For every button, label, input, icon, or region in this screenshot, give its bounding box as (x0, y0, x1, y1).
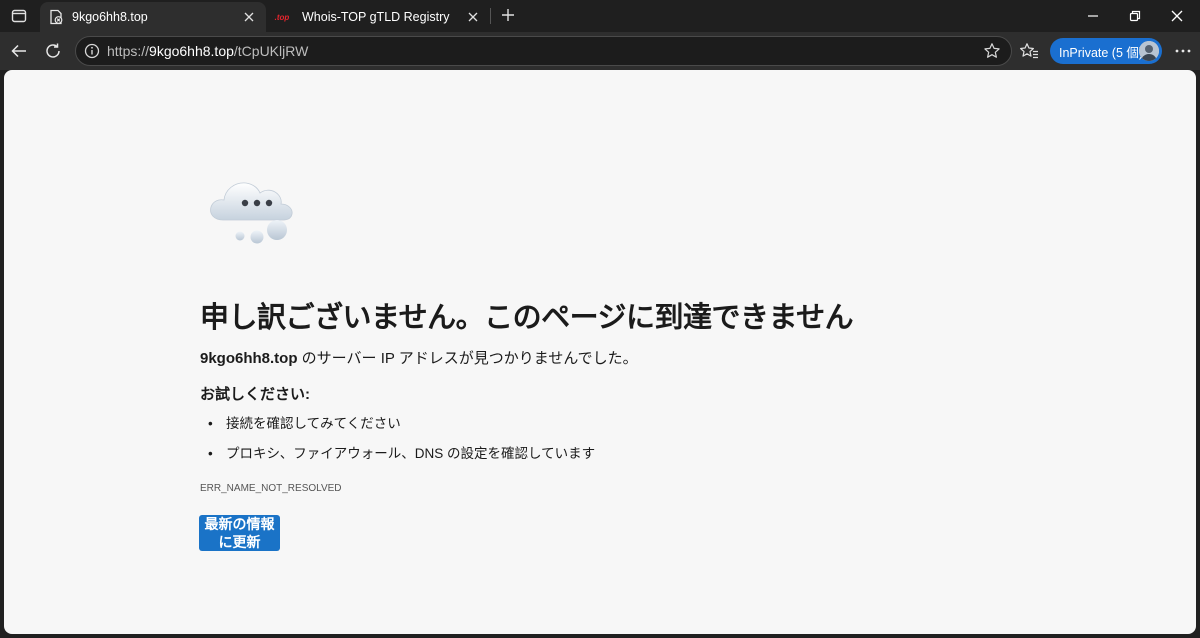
url-host: 9kgo6hh8.top (149, 43, 234, 59)
tab-title: Whois-TOP gTLD Registry (302, 10, 450, 24)
top-registry-favicon-text: .top (274, 12, 290, 22)
close-tab-icon[interactable] (240, 8, 258, 26)
list-item: 接続を確認してみてください (200, 414, 595, 444)
inprivate-label: InPrivate (5 個) (1059, 45, 1144, 60)
back-arrow-icon[interactable] (4, 36, 34, 66)
tab-whois-top[interactable]: .top Whois-TOP gTLD Registry (266, 2, 490, 32)
page-title: 申し訳ございません。このページに到達できません (200, 302, 854, 334)
new-tab-icon[interactable] (497, 4, 519, 26)
tab-separator (490, 8, 491, 24)
refresh-button-line2: に更新 (218, 534, 261, 550)
refresh-icon[interactable] (38, 36, 68, 66)
favorite-star-icon[interactable] (983, 42, 1001, 60)
error-page: 申し訳ございません。このページに到達できません 9kgo6hh8.top のサー… (4, 70, 1196, 634)
refresh-button-line1: 最新の情報 (204, 516, 275, 532)
try-heading: お試しください: (200, 386, 310, 403)
error-message-text: のサーバー IP アドレスが見つかりませんでした。 (297, 350, 638, 367)
more-menu-icon[interactable] (1168, 36, 1198, 66)
suggestion-list: 接続を確認してみてください プロキシ、ファイアウォール、DNS の設定を確認して… (200, 414, 595, 474)
tab-9kgo6hh8[interactable]: 9kgo6hh8.top (40, 2, 266, 32)
refresh-button[interactable]: 最新の情報 に更新 (199, 515, 280, 551)
close-tab-icon[interactable] (464, 8, 482, 26)
avatar (1139, 41, 1159, 61)
minimize-icon[interactable] (1072, 0, 1114, 32)
site-error-icon (48, 9, 64, 25)
address-bar[interactable]: https://9kgo6hh8.top/tCpUKljRW (75, 36, 1012, 66)
url-path: /tCpUKljRW (233, 43, 309, 59)
favorites-icon[interactable] (1014, 36, 1044, 66)
top-registry-favicon: .top (270, 9, 294, 25)
restore-icon[interactable] (1114, 0, 1156, 32)
list-item: プロキシ、ファイアウォール、DNS の設定を確認しています (200, 444, 595, 474)
url-scheme: https:// (107, 43, 150, 59)
tab-title: 9kgo6hh8.top (72, 10, 148, 24)
tab-strip: 9kgo6hh8.top .top Whois-TOP gTLD Registr… (0, 0, 1200, 32)
inprivate-profile-button[interactable]: InPrivate (5 個) (1050, 38, 1162, 64)
site-info-icon[interactable] (84, 43, 100, 59)
error-host: 9kgo6hh8.top (200, 350, 298, 367)
error-message: 9kgo6hh8.top のサーバー IP アドレスが見つかりませんでした。 (200, 347, 638, 368)
navigation-toolbar: https://9kgo6hh8.top/tCpUKljRW InPrivate… (0, 32, 1200, 70)
close-window-icon[interactable] (1156, 0, 1198, 32)
error-code: ERR_NAME_NOT_RESOLVED (200, 483, 342, 494)
thinking-cloud-icon (207, 170, 307, 246)
tab-actions-icon[interactable] (6, 4, 32, 28)
url-text[interactable]: https://9kgo6hh8.top/tCpUKljRW (107, 43, 308, 59)
